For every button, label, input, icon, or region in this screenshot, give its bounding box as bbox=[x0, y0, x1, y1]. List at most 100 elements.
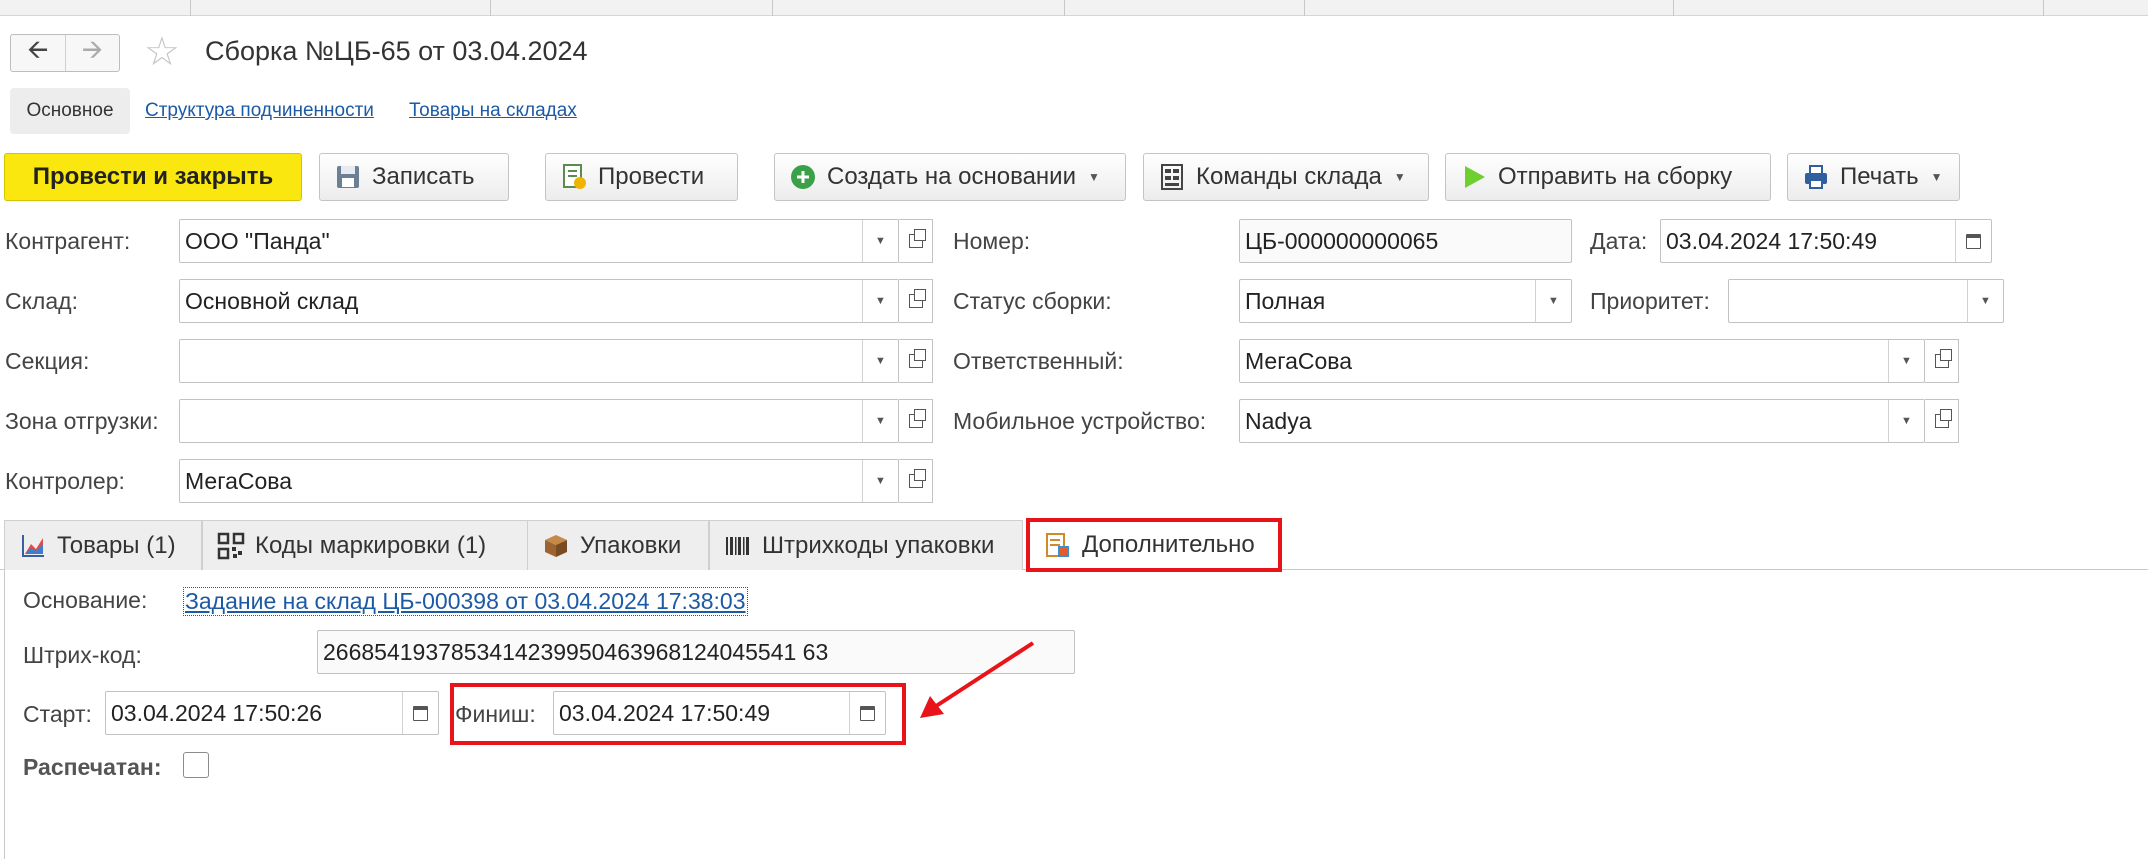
controller-value: МегаСова bbox=[185, 467, 293, 494]
assembly-status-field[interactable]: Полная ▼ bbox=[1239, 279, 1572, 323]
tab-main[interactable]: Основное bbox=[10, 88, 130, 134]
finish-label: Финиш: bbox=[455, 701, 536, 727]
finish-field[interactable]: 03.04.2024 17:50:49 bbox=[553, 691, 886, 735]
annotation-arrow-icon bbox=[920, 641, 1035, 718]
page-tabs: Товары (1) Коды маркировки (1) Упаковки … bbox=[0, 518, 2148, 572]
tab-stock[interactable]: Товары на складах bbox=[409, 100, 577, 122]
post-button[interactable]: Провести bbox=[545, 153, 738, 201]
tab-subordination[interactable]: Структура подчиненности bbox=[145, 100, 374, 122]
dropdown-arrow-icon[interactable]: ▼ bbox=[862, 460, 898, 502]
date-label: Дата: bbox=[1590, 228, 1648, 254]
calendar-icon bbox=[413, 705, 428, 721]
forward-button[interactable]: 🡪 bbox=[66, 34, 120, 71]
arrow-right-icon: 🡪 bbox=[81, 34, 103, 64]
dropdown-arrow-icon[interactable]: ▼ bbox=[1535, 280, 1571, 322]
dropdown-arrow-icon[interactable]: ▼ bbox=[862, 280, 898, 322]
post-and-close-button[interactable]: Провести и закрыть bbox=[4, 153, 302, 201]
warehouse-field[interactable]: Основной склад ▼ bbox=[179, 279, 899, 323]
dropdown-arrow-icon[interactable]: ▼ bbox=[1967, 280, 2003, 322]
counterparty-field[interactable]: ООО "Панда" ▼ bbox=[179, 219, 899, 263]
post-label: Провести bbox=[598, 163, 705, 190]
date-field[interactable]: 03.04.2024 17:50:49 bbox=[1660, 219, 1992, 263]
save-label: Записать bbox=[372, 163, 475, 190]
open-controller-button[interactable] bbox=[899, 459, 933, 503]
dropdown-arrow-icon[interactable]: ▼ bbox=[862, 340, 898, 382]
shipment-zone-label: Зона отгрузки: bbox=[5, 408, 159, 434]
printed-checkbox[interactable] bbox=[183, 752, 209, 778]
section-field[interactable]: ▼ bbox=[179, 339, 899, 383]
open-mobile-device-button[interactable] bbox=[1925, 399, 1959, 443]
controller-field[interactable]: МегаСова ▼ bbox=[179, 459, 899, 503]
start-label: Старт: bbox=[23, 701, 92, 727]
finish-value: 03.04.2024 17:50:49 bbox=[559, 699, 771, 726]
print-label: Печать bbox=[1840, 163, 1919, 190]
tab-package-barcodes[interactable]: Штрихкоды упаковки bbox=[709, 520, 1023, 570]
create-based-on-button[interactable]: Создать на основании ▼ bbox=[774, 153, 1126, 201]
tab-goods[interactable]: Товары (1) bbox=[4, 520, 202, 570]
save-button[interactable]: Записать bbox=[319, 153, 509, 201]
calendar-button[interactable] bbox=[402, 692, 438, 734]
dropdown-arrow-icon[interactable]: ▼ bbox=[1888, 400, 1924, 442]
caret-down-icon: ▼ bbox=[1393, 170, 1406, 184]
post-document-icon bbox=[560, 163, 588, 191]
dropdown-arrow-icon[interactable]: ▼ bbox=[862, 400, 898, 442]
window-tab-strip bbox=[0, 0, 2148, 16]
assembly-status-value: Полная bbox=[1245, 287, 1326, 314]
send-to-assembly-button[interactable]: Отправить на сборку bbox=[1445, 153, 1771, 201]
printer-icon bbox=[1802, 163, 1830, 191]
printed-label: Распечатан: bbox=[23, 754, 162, 780]
play-icon bbox=[1460, 163, 1488, 191]
barcode-icon bbox=[724, 532, 752, 560]
responsible-value: МегаСова bbox=[1245, 347, 1353, 374]
warehouse-value: Основной склад bbox=[185, 287, 359, 314]
dropdown-arrow-icon[interactable]: ▼ bbox=[1888, 340, 1924, 382]
open-shipment-zone-button[interactable] bbox=[899, 399, 933, 443]
page-title: Сборка №ЦБ-65 от 03.04.2024 bbox=[205, 36, 588, 66]
qr-code-icon bbox=[217, 532, 245, 560]
shipment-zone-field[interactable]: ▼ bbox=[179, 399, 899, 443]
basis-link[interactable]: Задание на склад ЦБ-000398 от 03.04.2024… bbox=[183, 587, 748, 616]
calendar-button[interactable] bbox=[849, 692, 885, 734]
open-in-new-icon bbox=[908, 409, 926, 428]
start-field[interactable]: 03.04.2024 17:50:26 bbox=[105, 691, 439, 735]
number-field[interactable]: ЦБ-000000000065 bbox=[1239, 219, 1572, 263]
tab-packages[interactable]: Упаковки bbox=[527, 520, 709, 570]
barcode-value: 2668541937853414239950463968124045541 63 bbox=[323, 638, 829, 665]
open-counterparty-button[interactable] bbox=[899, 219, 933, 263]
open-section-button[interactable] bbox=[899, 339, 933, 383]
send-to-assembly-label: Отправить на сборку bbox=[1498, 163, 1733, 190]
dropdown-arrow-icon[interactable]: ▼ bbox=[862, 220, 898, 262]
calendar-button[interactable] bbox=[1955, 220, 1991, 262]
warehouse-commands-button[interactable]: Команды склада ▼ bbox=[1143, 153, 1429, 201]
start-value: 03.04.2024 17:50:26 bbox=[111, 699, 323, 726]
post-and-close-label: Провести и закрыть bbox=[32, 163, 274, 190]
counterparty-label: Контрагент: bbox=[5, 228, 131, 254]
counterparty-value: ООО "Панда" bbox=[185, 227, 330, 254]
open-in-new-icon bbox=[908, 469, 926, 488]
chart-icon bbox=[19, 532, 47, 560]
tab-marking-codes-label: Коды маркировки (1) bbox=[255, 531, 487, 559]
tab-additional[interactable]: Дополнительно bbox=[1026, 518, 1282, 572]
back-button[interactable]: 🡨 bbox=[11, 34, 65, 71]
date-value: 03.04.2024 17:50:49 bbox=[1666, 227, 1878, 254]
favorite-star-icon[interactable]: ☆ bbox=[144, 32, 180, 72]
mobile-device-value: Nadya bbox=[1245, 407, 1312, 434]
calendar-icon bbox=[860, 705, 875, 721]
open-warehouse-button[interactable] bbox=[899, 279, 933, 323]
document-icon bbox=[1044, 531, 1072, 559]
arrow-left-icon: 🡨 bbox=[27, 34, 49, 64]
warehouse-rack-icon bbox=[1158, 163, 1186, 191]
caret-down-icon: ▼ bbox=[1930, 170, 1943, 184]
basis-label: Основание: bbox=[23, 587, 148, 613]
tab-goods-label: Товары (1) bbox=[57, 531, 176, 559]
open-responsible-button[interactable] bbox=[1925, 339, 1959, 383]
print-button[interactable]: Печать ▼ bbox=[1787, 153, 1960, 201]
priority-field[interactable]: ▼ bbox=[1728, 279, 2004, 323]
caret-down-icon: ▼ bbox=[1088, 170, 1100, 184]
responsible-field[interactable]: МегаСова ▼ bbox=[1239, 339, 1925, 383]
number-value: ЦБ-000000000065 bbox=[1245, 227, 1439, 254]
open-in-new-icon bbox=[1934, 409, 1952, 428]
priority-label: Приоритет: bbox=[1590, 288, 1710, 314]
mobile-device-field[interactable]: Nadya ▼ bbox=[1239, 399, 1925, 443]
barcode-label: Штрих-код: bbox=[23, 642, 142, 668]
